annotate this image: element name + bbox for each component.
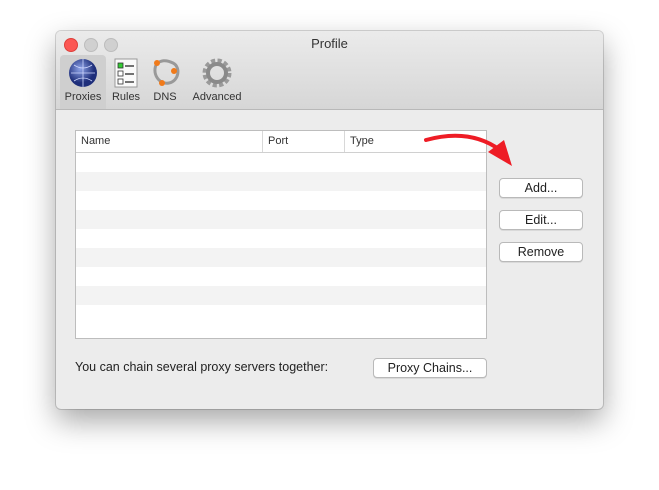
annotation-arrow-icon	[424, 133, 512, 166]
